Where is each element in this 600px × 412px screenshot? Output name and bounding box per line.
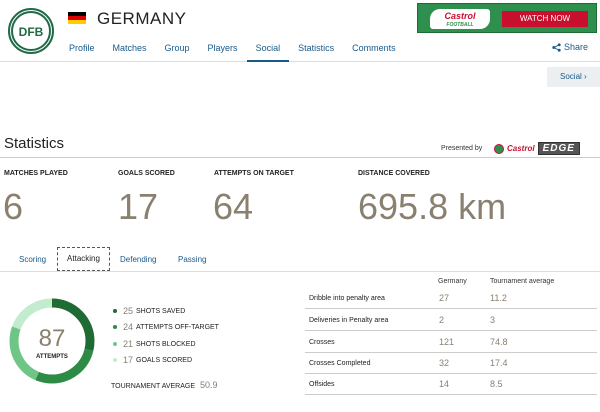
- attempts-on-target-label: ATTEMPTS ON TARGET: [214, 170, 294, 177]
- tab-attacking[interactable]: Attacking: [57, 247, 110, 271]
- table-row: Crosses Completed 32 17.4: [305, 355, 597, 374]
- row-average-value: 8.5: [490, 379, 503, 389]
- legend-shots-blocked: 21 Shots blocked: [113, 339, 196, 349]
- castrol-ad-banner[interactable]: Castrol FOOTBALL WATCH NOW: [417, 3, 597, 33]
- row-label: Crosses Completed: [309, 360, 371, 367]
- table-row: Deliveries in Penalty area 2 3: [305, 312, 597, 331]
- row-average-value: 74.8: [490, 337, 508, 347]
- nav-profile[interactable]: Profile: [60, 38, 104, 62]
- tournament-average-value: 50.9: [199, 380, 218, 390]
- goals-scored-label: GOALS SCORED: [118, 170, 175, 177]
- tournament-average: TOURNAMENT AVERAGE 50.9: [111, 380, 218, 390]
- legend-shots-saved: 25 Shots saved: [113, 306, 185, 316]
- column-header-germany: Germany: [438, 278, 467, 285]
- sponsor-name: Castrol: [507, 144, 535, 153]
- legend-label: Shots saved: [136, 307, 186, 315]
- row-label: Deliveries in Penalty area: [309, 317, 389, 324]
- matches-played-label: MATCHES PLAYED: [4, 170, 68, 177]
- team-nav: Profile Matches Group Players Social Sta…: [60, 38, 405, 62]
- legend-label: Attempts off-target: [136, 323, 219, 331]
- presented-by-label: Presented by: [441, 145, 483, 152]
- table-row: Offsides 14 8.5: [305, 376, 597, 395]
- legend-label: Goals scored: [136, 356, 193, 364]
- row-average-value: 11.2: [490, 293, 507, 303]
- tab-defending[interactable]: Defending: [120, 255, 156, 264]
- column-header-tournament-average: Tournament average: [490, 278, 555, 285]
- ad-brand-sub: FOOTBALL: [446, 22, 474, 28]
- legend-value: 25: [123, 306, 134, 316]
- row-average-value: 17.4: [490, 358, 508, 368]
- nav-statistics[interactable]: Statistics: [289, 38, 343, 62]
- castrol-logo: Castrol FOOTBALL: [430, 9, 490, 29]
- distance-covered-value: 695.8 km: [358, 186, 507, 227]
- nav-comments[interactable]: Comments: [343, 38, 405, 62]
- row-average-value: 3: [490, 315, 496, 325]
- legend-dot-icon: [113, 325, 117, 329]
- attempts-total: 87: [39, 325, 66, 352]
- matches-played-value: 6: [3, 186, 24, 227]
- statistics-title: Statistics: [4, 135, 65, 152]
- nav-social[interactable]: Social: [246, 38, 290, 62]
- row-label: Dribble into penalty area: [309, 295, 385, 302]
- attempts-donut-chart: 87 ATTEMPTS: [9, 298, 95, 384]
- legend-goals-scored: 17 Goals scored: [113, 355, 192, 365]
- tab-scoring[interactable]: Scoring: [19, 255, 46, 264]
- tab-passing[interactable]: Passing: [178, 255, 206, 264]
- nav-group[interactable]: Group: [156, 38, 199, 62]
- flag-stripe-gold: [68, 20, 86, 24]
- row-team-value: 32: [439, 358, 450, 368]
- legend-dot-icon: [113, 342, 117, 346]
- team-crest-logo[interactable]: DFB: [8, 8, 54, 54]
- row-team-value: 14: [439, 379, 450, 389]
- row-team-value: 27: [439, 293, 450, 303]
- legend-value: 21: [123, 339, 134, 349]
- tournament-average-label: TOURNAMENT AVERAGE: [111, 383, 196, 390]
- row-team-value: 121: [439, 337, 455, 347]
- row-label: Crosses: [309, 339, 335, 346]
- share-label: Share: [563, 42, 588, 52]
- legend-dot-icon: [113, 358, 117, 362]
- germany-flag-icon: [68, 12, 86, 24]
- legend-attempts-off-target: 24 Attempts off-target: [113, 322, 219, 332]
- legend-value: 24: [123, 322, 134, 332]
- nav-players[interactable]: Players: [199, 38, 247, 62]
- row-label: Offsides: [309, 381, 335, 388]
- attempts-on-target-value: 64: [213, 186, 254, 227]
- team-name: GERMANY: [97, 9, 187, 28]
- legend-value: 17: [123, 355, 134, 365]
- watch-now-button[interactable]: WATCH NOW: [502, 11, 588, 27]
- share-button[interactable]: Share: [552, 42, 588, 52]
- title-divider: [0, 157, 600, 158]
- table-row: Crosses 121 74.8: [305, 334, 597, 353]
- castrol-badge-icon: [494, 143, 504, 154]
- sponsor-product: EDGE: [537, 142, 580, 155]
- svg-text:DFB: DFB: [19, 25, 44, 39]
- nav-matches[interactable]: Matches: [104, 38, 156, 62]
- table-row: Dribble into penalty area 27 11.2: [305, 290, 597, 309]
- distance-covered-label: DISTANCE COVERED: [358, 170, 430, 177]
- attempts-label: ATTEMPTS: [36, 354, 68, 360]
- legend-label: Shots blocked: [136, 340, 196, 348]
- goals-scored-value: 17: [118, 186, 159, 227]
- ad-brand: Castrol: [444, 11, 476, 21]
- team-header: DFB GERMANY Profile Matches Group Player…: [0, 0, 600, 62]
- castrol-edge-logo: Castrol EDGE: [494, 142, 580, 155]
- legend-dot-icon: [113, 309, 117, 313]
- subtab-divider: [0, 271, 600, 272]
- social-side-tab[interactable]: Social ›: [547, 67, 600, 87]
- row-team-value: 2: [439, 315, 445, 325]
- share-icon: [552, 42, 561, 52]
